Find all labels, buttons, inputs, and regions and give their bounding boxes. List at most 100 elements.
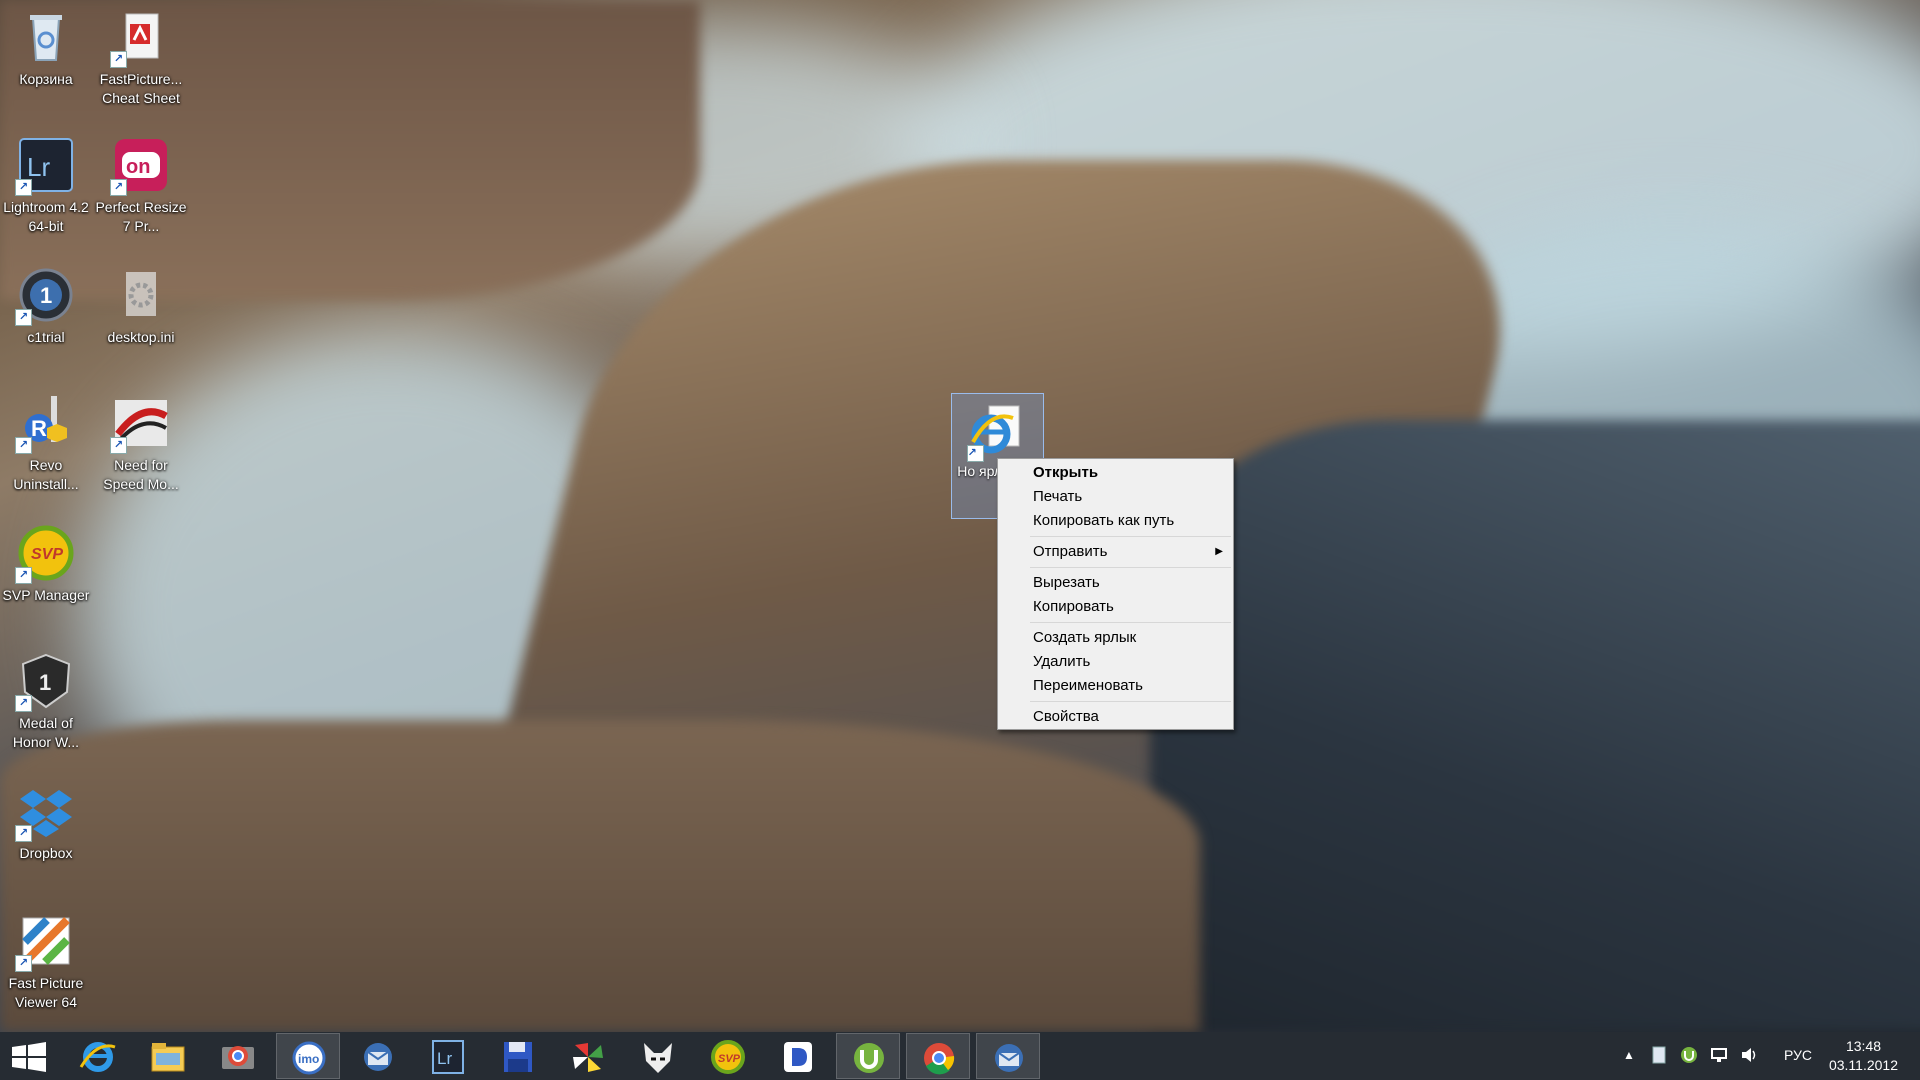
network-icon[interactable]: [1710, 1046, 1728, 1064]
utorrent-tray-icon[interactable]: [1680, 1046, 1698, 1064]
show-hidden-icons-arrow-icon[interactable]: ▲: [1620, 1046, 1638, 1064]
taskbar-app-svp[interactable]: SVP: [696, 1033, 760, 1079]
desktop-icon-label: Dropbox: [19, 845, 73, 861]
shortcut-arrow-icon: ↗: [110, 51, 127, 68]
menu-separator: [1030, 567, 1231, 568]
shortcut-arrow-icon: ↗: [966, 445, 984, 462]
svg-text:1: 1: [39, 670, 51, 695]
shortcut-arrow-icon: ↗: [15, 437, 32, 454]
shortcut-arrow-icon: ↗: [15, 695, 32, 712]
taskbar: imo Lr SVP ▲ РУС 13:48 03.11.2012: [0, 1032, 1920, 1080]
svg-text:SVP: SVP: [718, 1053, 741, 1065]
desktop-icon-label: SVP Manager: [2, 587, 90, 603]
shortcut-arrow-icon: ↗: [110, 437, 127, 454]
dropbox-icon: ↗: [15, 782, 75, 842]
menu-item-properties[interactable]: Свойства: [998, 705, 1233, 729]
medal-of-honor-icon: 1 ↗: [15, 652, 75, 712]
menu-item-open[interactable]: Открыть: [998, 461, 1233, 485]
windows-start-icon: [12, 1042, 46, 1072]
internet-explorer-icon: ↗: [966, 402, 1027, 462]
taskbar-app-chrome[interactable]: [906, 1033, 970, 1079]
taskbar-app-pinwheel[interactable]: [556, 1033, 620, 1079]
taskbar-app-file-explorer[interactable]: [136, 1033, 200, 1079]
menu-item-label: Отправить: [1033, 543, 1108, 560]
context-menu: Открыть Печать Копировать как путь Отпра…: [997, 458, 1234, 730]
svp-icon: SVP: [711, 1040, 745, 1074]
desktop-icon-label: FastPicture... Cheat Sheet: [99, 71, 183, 106]
desktop-icon-svp-manager[interactable]: SVP ↗ SVP Manager: [0, 518, 92, 638]
submenu-arrow-icon: ▶: [1215, 546, 1223, 557]
start-button[interactable]: [0, 1033, 58, 1079]
desktop-icon-recycle-bin[interactable]: Корзина: [0, 2, 92, 122]
pinwheel-app-icon: [573, 1043, 603, 1072]
desktop-icon-label: Perfect Resize 7 Pr...: [95, 199, 187, 234]
desktop-icon-revo[interactable]: R ↗ Revo Uninstall...: [0, 388, 92, 508]
desktop-icon-cheat-sheet[interactable]: ↗ FastPicture... Cheat Sheet: [95, 2, 187, 122]
desktop-icon-perfect-resize[interactable]: on ↗ Perfect Resize 7 Pr...: [95, 130, 187, 250]
volume-icon[interactable]: [1740, 1046, 1758, 1064]
taskbar-app-chrome-remote[interactable]: [206, 1033, 270, 1079]
system-tray: ▲ РУС 13:48 03.11.2012: [1590, 1032, 1920, 1080]
pdf-document-icon: ↗: [110, 8, 170, 68]
desktop-icon-label: Medal of Honor W...: [12, 715, 80, 750]
menu-item-send-to[interactable]: Отправить ▶: [998, 540, 1233, 564]
lightroom-icon: Lr ↗: [15, 136, 75, 196]
menu-item-rename[interactable]: Переименовать: [998, 674, 1233, 698]
menu-separator: [1030, 536, 1231, 537]
clock-date: 03.11.2012: [1828, 1057, 1898, 1073]
desktop-icon-label: Lightroom 4.2 64-bit: [3, 199, 89, 234]
desktop-icon-label: c1trial: [27, 329, 65, 345]
save-disk-icon: [504, 1042, 532, 1072]
svg-text:Lr: Lr: [27, 152, 50, 182]
taskbar-app-imo[interactable]: imo: [276, 1033, 340, 1079]
taskbar-app-thunderbird[interactable]: [346, 1033, 410, 1079]
recycle-bin-icon: [17, 8, 75, 66]
desktop-icon-label: Fast Picture Viewer 64: [8, 975, 84, 1010]
menu-item-copy-as-path[interactable]: Копировать как путь: [998, 509, 1233, 533]
desktop-icon-need-for-speed[interactable]: ↗ Need for Speed Mo...: [95, 388, 187, 508]
desktop-icon-label: desktop.ini: [107, 329, 175, 345]
taskbar-app-lightroom[interactable]: Lr: [416, 1033, 480, 1079]
menu-item-print[interactable]: Печать: [998, 485, 1233, 509]
desktop-icon-label: Корзина: [19, 71, 73, 87]
internet-explorer-icon: [79, 1042, 116, 1072]
clock[interactable]: 13:48 03.11.2012: [1829, 1037, 1898, 1075]
taskbar-app-foobar-fox[interactable]: [626, 1033, 690, 1079]
wallpaper-rock: [0, 720, 1200, 1032]
capture-one-icon: 1 ↗: [15, 266, 75, 326]
foobar-fox-icon: [644, 1043, 672, 1073]
clock-time: 13:48: [1845, 1038, 1881, 1054]
taskbar-app-internet-explorer[interactable]: [66, 1033, 130, 1079]
chrome-icon: [924, 1043, 955, 1075]
menu-item-delete[interactable]: Удалить: [998, 650, 1233, 674]
desktop-icon-medal-of-honor[interactable]: 1 ↗ Medal of Honor W...: [0, 646, 92, 766]
taskbar-app-utorrent[interactable]: [836, 1033, 900, 1079]
revo-uninstaller-icon: R ↗: [15, 394, 75, 454]
input-language-indicator[interactable]: РУС: [1784, 1047, 1812, 1063]
chrome-remote-icon: [222, 1046, 254, 1069]
document-icon[interactable]: [1650, 1046, 1668, 1064]
shortcut-arrow-icon: ↗: [15, 825, 32, 842]
svg-text:R: R: [31, 416, 47, 441]
menu-item-create-shortcut[interactable]: Создать ярлык: [998, 626, 1233, 650]
menu-item-copy[interactable]: Копировать: [998, 595, 1233, 619]
desktop-icon-fast-picture-viewer[interactable]: ↗ Fast Picture Viewer 64: [0, 906, 92, 1026]
desktop-icon-desktop-ini[interactable]: desktop.ini: [95, 260, 187, 380]
menu-item-cut[interactable]: Вырезать: [998, 571, 1233, 595]
fast-picture-viewer-icon: ↗: [15, 912, 75, 972]
perfect-resize-icon: on ↗: [110, 136, 170, 196]
desktop-icon-lightroom[interactable]: Lr ↗ Lightroom 4.2 64-bit: [0, 130, 92, 250]
shortcut-arrow-icon: ↗: [15, 309, 32, 326]
taskbar-app-thunderbird-2[interactable]: [976, 1033, 1040, 1079]
utorrent-icon: [854, 1043, 884, 1073]
taskbar-app-save-disk[interactable]: [486, 1033, 550, 1079]
thunderbird-icon: [364, 1043, 392, 1071]
thunderbird-icon: [995, 1044, 1023, 1072]
wallpaper-rock: [1150, 420, 1920, 1032]
desktop-icon-dropbox[interactable]: ↗ Dropbox: [0, 776, 92, 896]
svg-text:on: on: [126, 156, 150, 178]
desktop-background[interactable]: Корзина ↗ FastPicture... Cheat Sheet Lr …: [0, 0, 1920, 1032]
taskbar-app-daemon-tools[interactable]: [766, 1033, 830, 1079]
desktop-icon-c1trial[interactable]: 1 ↗ c1trial: [0, 260, 92, 380]
shortcut-arrow-icon: ↗: [15, 567, 32, 584]
